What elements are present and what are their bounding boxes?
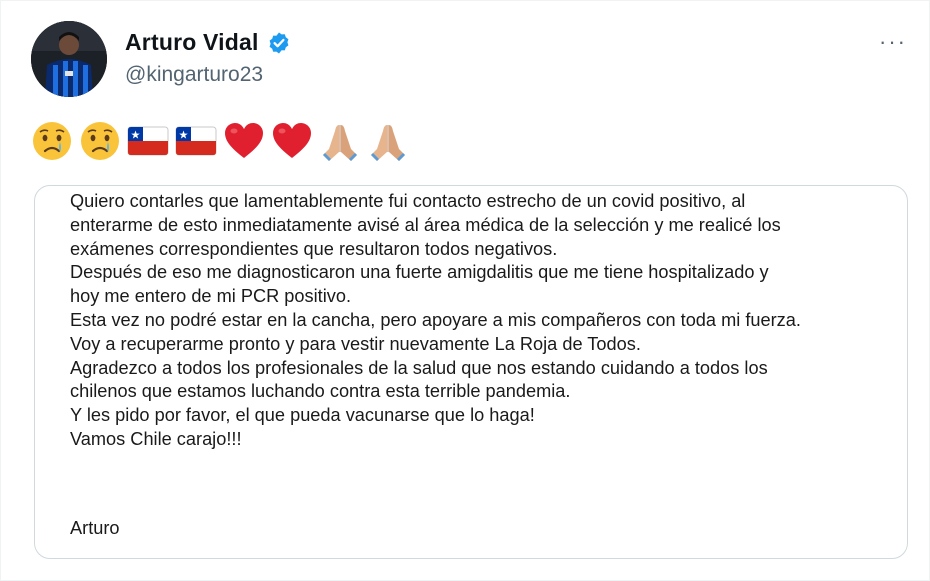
- more-options-button[interactable]: ···: [879, 29, 907, 55]
- statement-line: hoy me entero de mi PCR positivo.: [70, 286, 352, 307]
- verified-badge-icon: [267, 31, 291, 55]
- statement-line: Y les pido por favor, el que pueda vacun…: [70, 405, 535, 426]
- statement-line: Vamos Chile carajo!!!: [70, 428, 242, 449]
- chile-flag-icon: [175, 119, 217, 163]
- folded-hands-icon: [367, 119, 409, 163]
- statement-text: Quiero contarles que lamentablemente fui…: [70, 190, 900, 452]
- author-name-row[interactable]: Arturo Vidal: [125, 29, 291, 56]
- statement-line: Agradezco a todos los profesionales de l…: [70, 357, 768, 378]
- chile-flag-icon: [127, 119, 169, 163]
- crying-face-icon: [79, 119, 121, 163]
- folded-hands-icon: [319, 119, 361, 163]
- crying-face-icon: [31, 119, 73, 163]
- red-heart-icon: [223, 119, 265, 163]
- avatar[interactable]: [31, 21, 107, 97]
- statement-line: exámenes correspondientes que resultaron…: [70, 238, 558, 259]
- emoji-row: [31, 119, 409, 163]
- author-handle[interactable]: @kingarturo23: [125, 63, 263, 87]
- red-heart-icon: [271, 119, 313, 163]
- statement-line: Esta vez no podré estar en la cancha, pe…: [70, 309, 801, 330]
- statement-line: chilenos que estamos luchando contra est…: [70, 381, 571, 402]
- author-display-name[interactable]: Arturo Vidal: [125, 29, 259, 56]
- statement-line: Después de eso me diagnosticaron una fue…: [70, 262, 769, 283]
- avatar-image: [31, 21, 107, 97]
- tweet: Arturo Vidal @kingarturo23 ··· Quiero co…: [0, 0, 930, 581]
- statement-signature: Arturo: [70, 518, 120, 538]
- statement-line: Voy a recuperarme pronto y para vestir n…: [70, 333, 641, 354]
- statement-line: Quiero contarles que lamentablemente fui…: [70, 191, 746, 211]
- statement-line: enterarme de esto inmediatamente avisé a…: [70, 214, 781, 235]
